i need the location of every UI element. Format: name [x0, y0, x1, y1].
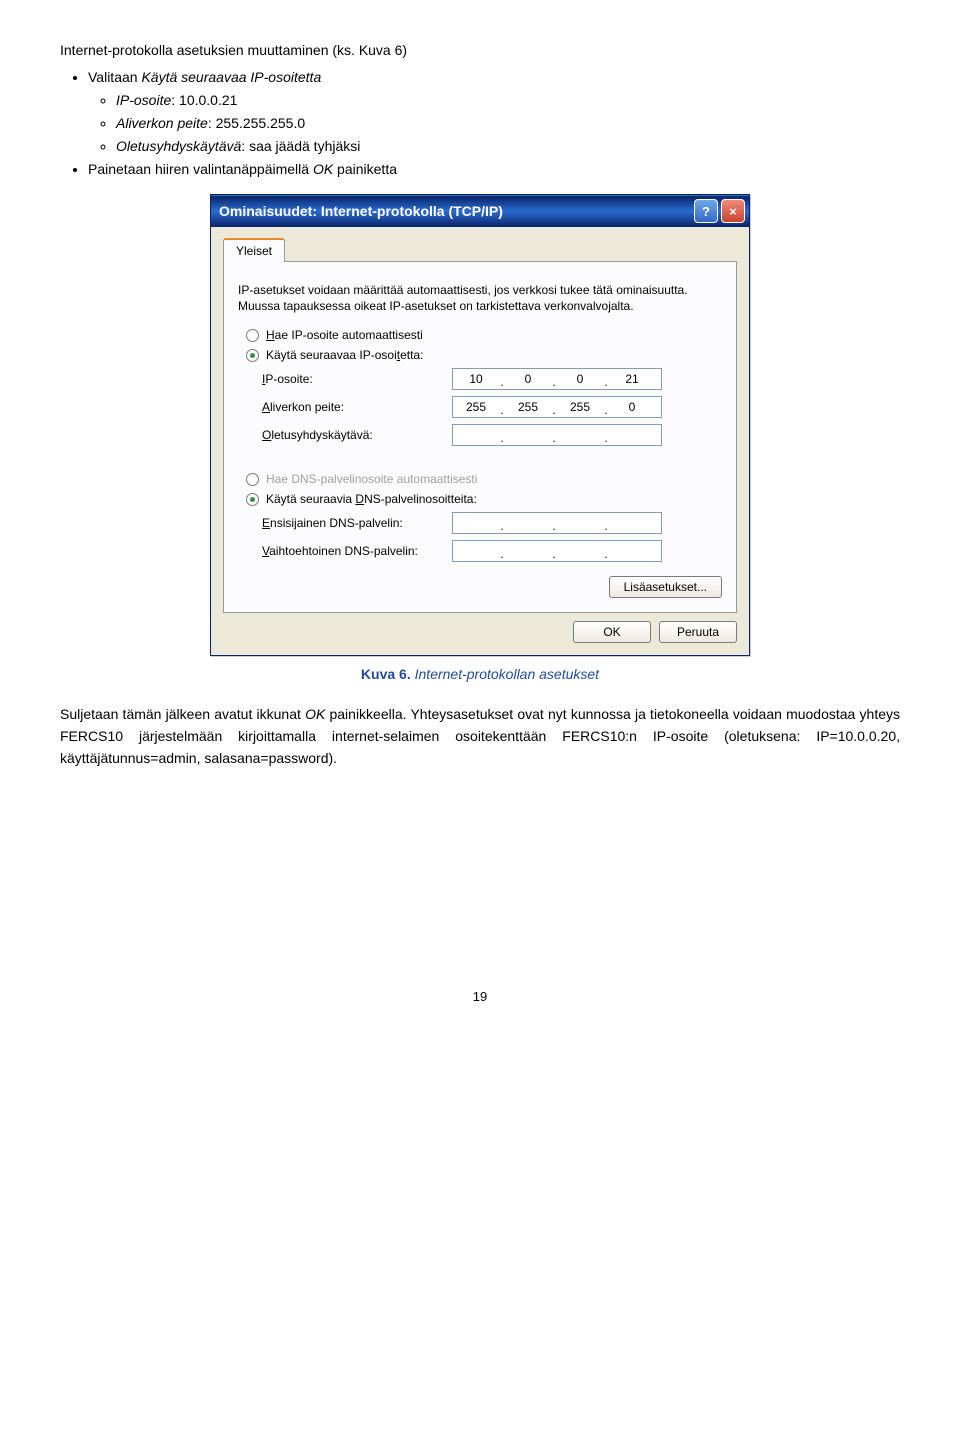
gateway-input[interactable]: . . . [452, 424, 662, 446]
advanced-button[interactable]: Lisäasetukset... [609, 576, 722, 598]
tab-content: IP-asetukset voidaan määrittää automaatt… [223, 262, 737, 613]
close-button[interactable]: × [721, 199, 745, 223]
radio-label: Hae IP-osoite automaattisesti [266, 328, 423, 342]
list-item: Oletusyhdyskäytävä: saa jäädä tyhjäksi [116, 136, 900, 157]
bullet-list: Valitaan Käytä seuraavaa IP-osoitetta IP… [88, 67, 900, 180]
list-item: Painetaan hiiren valintanäppäimellä OK p… [88, 159, 900, 180]
radio-icon [246, 473, 259, 486]
description-text: IP-asetukset voidaan määrittää automaatt… [238, 282, 722, 314]
radio-label: Käytä seuraavia DNS-palvelinosoitteita: [266, 492, 477, 506]
dns1-input[interactable]: . . . [452, 512, 662, 534]
titlebar: Ominaisuudet: Internet-protokolla (TCP/I… [211, 195, 749, 227]
cancel-button[interactable]: Peruuta [659, 621, 737, 643]
tab-bar: Yleiset [223, 237, 737, 262]
page-number: 19 [60, 989, 900, 1004]
dns2-label: Vaihtoehtoinen DNS-palvelin: [262, 544, 452, 558]
window-title: Ominaisuudet: Internet-protokolla (TCP/I… [219, 203, 691, 219]
closing-paragraph: Suljetaan tämän jälkeen avatut ikkunat O… [60, 704, 900, 769]
tab-general[interactable]: Yleiset [223, 238, 285, 262]
ip-address-label: IP-osoite: [262, 372, 452, 386]
dns1-label: Ensisijainen DNS-palvelin: [262, 516, 452, 530]
figure-caption: Kuva 6. Internet-protokollan asetukset [60, 666, 900, 682]
list-item: Valitaan Käytä seuraavaa IP-osoitetta IP… [88, 67, 900, 157]
radio-use-dns[interactable]: Käytä seuraavia DNS-palvelinosoitteita: [246, 492, 722, 506]
dns2-input[interactable]: . . . [452, 540, 662, 562]
help-button[interactable]: ? [694, 199, 718, 223]
intro-line: Internet-protokolla asetuksien muuttamin… [60, 40, 900, 61]
subnet-row: Aliverkon peite: 255. 255. 255. 0 [262, 396, 722, 418]
ip-address-input[interactable]: 10. 0. 0. 21 [452, 368, 662, 390]
intro-text: Internet-protokolla asetuksien muuttamin… [60, 40, 900, 180]
radio-label: Hae DNS-palvelinosoite automaattisesti [266, 472, 477, 486]
radio-use-ip[interactable]: Käytä seuraavaa IP-osoitetta: [246, 348, 722, 362]
subnet-label: Aliverkon peite: [262, 400, 452, 414]
list-item: Aliverkon peite: 255.255.255.0 [116, 113, 900, 134]
ok-button[interactable]: OK [573, 621, 651, 643]
radio-label: Käytä seuraavaa IP-osoitetta: [266, 348, 423, 362]
radio-auto-dns: Hae DNS-palvelinosoite automaattisesti [246, 472, 722, 486]
gateway-label: Oletusyhdyskäytävä: [262, 428, 452, 442]
tcpip-properties-dialog: Ominaisuudet: Internet-protokolla (TCP/I… [210, 194, 750, 656]
subnet-input[interactable]: 255. 255. 255. 0 [452, 396, 662, 418]
radio-icon [246, 493, 259, 506]
radio-icon [246, 349, 259, 362]
dns1-row: Ensisijainen DNS-palvelin: . . . [262, 512, 722, 534]
gateway-row: Oletusyhdyskäytävä: . . . [262, 424, 722, 446]
radio-icon [246, 329, 259, 342]
list-item: IP-osoite: 10.0.0.21 [116, 90, 900, 111]
ip-address-row: IP-osoite: 10. 0. 0. 21 [262, 368, 722, 390]
radio-auto-ip[interactable]: Hae IP-osoite automaattisesti [246, 328, 722, 342]
dns2-row: Vaihtoehtoinen DNS-palvelin: . . . [262, 540, 722, 562]
